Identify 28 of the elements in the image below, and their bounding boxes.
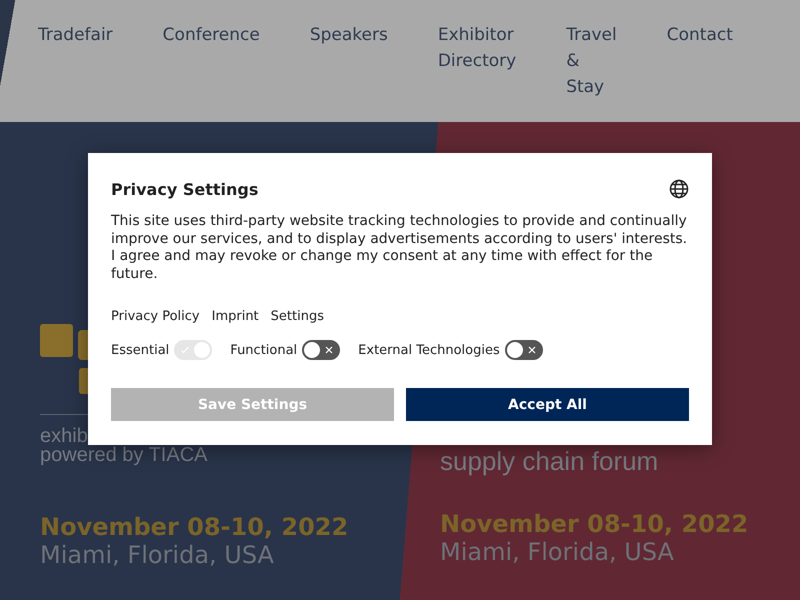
toggle-label: Functional [230,342,298,358]
tagline-text: powered by TIACA [40,446,208,465]
footer-link[interactable]: Settings [270,309,324,324]
event-location: Miami, Florida, USA [40,541,275,569]
dialog-title: Privacy Settings [111,180,258,198]
toggle-switch[interactable] [504,340,543,360]
toggle-label: Essential [111,342,170,358]
nav-link[interactable]: Contact [666,22,733,48]
event-location: Miami, Florida, USA [440,538,675,566]
footer-link[interactable]: Imprint [212,309,259,324]
consent-text: This site uses third-party website tracking technologies to provide and continually improve our services, and to display advertisements according to users' interests. I agree and may revoke or change my consent at any time with effect for the future. [111,213,688,283]
nav-link[interactable]: Speakers [310,22,388,48]
event-date: November 08-10, 2022 [440,510,750,538]
toggle-switch[interactable] [302,340,340,360]
accept-button[interactable]: Accept All [406,388,689,421]
check-icon [181,346,190,354]
toggle-label: External Technologies [358,342,500,358]
globe-icon[interactable] [669,179,689,199]
tagline-text: exhib [40,427,88,446]
nav-link[interactable]: Travel & Stay [566,22,617,100]
nav-link[interactable]: Exhibitor Directory [438,22,516,74]
close-icon [325,346,334,354]
nav-link[interactable]: Tradefair [38,22,113,48]
event-date: November 08-10, 2022 [40,513,350,541]
footer-link[interactable]: Privacy Policy [111,309,200,324]
close-icon [528,346,536,354]
nav-link[interactable]: Conference [162,22,260,48]
tagline-text: supply chain forum [440,448,660,474]
